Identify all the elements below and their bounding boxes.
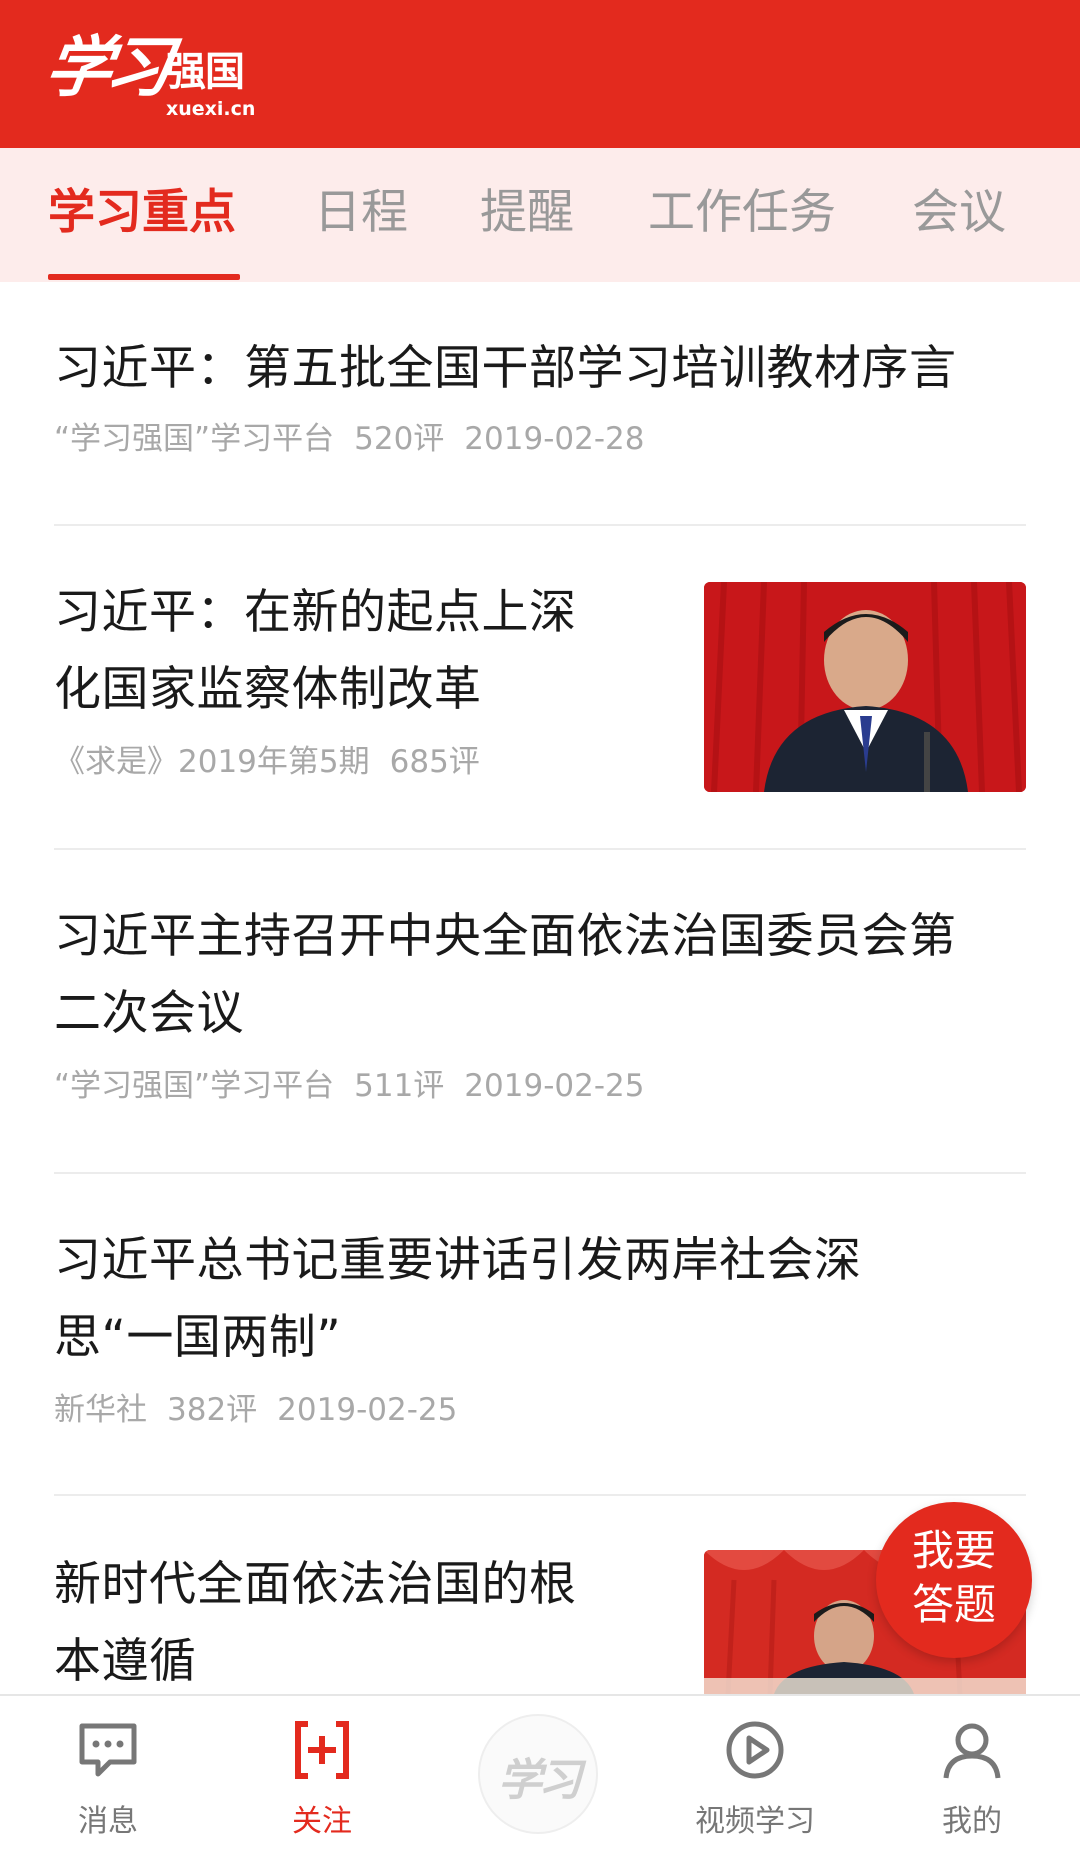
article-title: 习近平：在新的起点上深 化国家监察体制改革 (54, 585, 577, 717)
profile-icon (940, 1718, 1004, 1786)
answer-quiz-button[interactable]: 我要 答题 (876, 1502, 1032, 1658)
article-meta: 新华社 382评 2019-02-25 (54, 1390, 1026, 1430)
article-item[interactable]: 习近平总书记重要讲话引发两岸社会深 思“一国两制” 新华社 382评 2019-02… (54, 1222, 1026, 1430)
tab-meeting[interactable]: 会议 (912, 178, 1006, 248)
article-meta: “学习强国”学习平台 520评 2019-02-28 (54, 419, 1026, 459)
video-play-icon (723, 1718, 787, 1786)
article-source: 《求是》2019年第5期 (54, 744, 370, 780)
article-date: 2019-02-28 (464, 421, 645, 457)
category-tabs: 学习重点 日程 提醒 工作任务 会议 (0, 148, 1080, 282)
article-comments: 685评 (389, 744, 480, 780)
logo-name: 强国 (166, 49, 245, 95)
article-meta: 《求是》2019年第5期 685评 (54, 742, 654, 782)
message-icon (76, 1718, 140, 1786)
nav-profile[interactable]: 我的 (904, 1696, 1040, 1852)
divider (54, 1494, 1026, 1496)
article-date: 2019-02-25 (277, 1392, 458, 1428)
tab-study-focus[interactable]: 学习重点 (48, 178, 236, 248)
xuexi-center-button[interactable]: 学习 (480, 1716, 596, 1832)
article-title: 习近平主持召开中央全面依法治国委员会第 二次会议 (54, 909, 957, 1041)
article-source: “学习强国”学习平台 (54, 1068, 335, 1104)
article-comments: 511评 (354, 1068, 445, 1104)
article-comments: 520评 (354, 421, 445, 457)
article-item[interactable]: 习近平：第五批全国干部学习培训教材序言 “学习强国”学习平台 520评 2019-0… (54, 330, 1026, 459)
app-header: 学习 强国 xuexi.cn (0, 0, 1080, 148)
article-item[interactable]: 习近平主持召开中央全面依法治国委员会第 二次会议 “学习强国”学习平台 511评 2… (54, 898, 1026, 1106)
article-source: 新华社 (54, 1392, 147, 1428)
nav-label: 关注 (292, 1804, 352, 1839)
xuexi-center-logo: 学习 (498, 1755, 582, 1806)
divider (54, 848, 1026, 850)
nav-label: 我的 (942, 1804, 1002, 1839)
nav-label: 消息 (78, 1804, 138, 1839)
divider (54, 524, 1026, 526)
tab-work-tasks[interactable]: 工作任务 (648, 178, 836, 248)
nav-follow[interactable]: 关注 (254, 1696, 390, 1852)
article-thumbnail[interactable] (704, 582, 1026, 792)
article-title: 习近平总书记重要讲话引发两岸社会深 思“一国两制” (54, 1233, 862, 1365)
article-meta: “学习强国”学习平台 511评 2019-02-25 (54, 1066, 1026, 1106)
article-source: “学习强国”学习平台 (54, 421, 335, 457)
logo-domain: xuexi.cn (166, 98, 256, 120)
tab-reminder[interactable]: 提醒 (480, 178, 574, 248)
nav-label: 视频学习 (695, 1804, 815, 1839)
app-screen: 学习 强国 xuexi.cn 学习重点 日程 提醒 工作任务 会议 习近平：第五… (0, 0, 1080, 1852)
active-tab-indicator (48, 274, 240, 280)
article-title: 新时代全面依法治国的根 本遵循 (54, 1557, 577, 1689)
xuexi-logo: 学习 强国 xuexi.cn (41, 22, 306, 122)
tab-schedule[interactable]: 日程 (314, 178, 408, 248)
divider (54, 1172, 1026, 1174)
nav-video-study[interactable]: 视频学习 (680, 1696, 830, 1852)
article-item[interactable]: 新时代全面依法治国的根 本遵循 (54, 1546, 654, 1700)
logo-mark: 学习 (40, 28, 172, 106)
nav-messages[interactable]: 消息 (40, 1696, 176, 1852)
bottom-navigation: 消息 关注 学习 视频学习 我的 (0, 1694, 1080, 1852)
follow-plus-icon (290, 1718, 354, 1786)
article-date: 2019-02-25 (464, 1068, 645, 1104)
article-comments: 382评 (167, 1392, 258, 1428)
article-item[interactable]: 习近平：在新的起点上深 化国家监察体制改革 《求是》2019年第5期 685评 (54, 574, 654, 782)
article-title: 习近平：第五批全国干部学习培训教材序言 (54, 341, 957, 396)
